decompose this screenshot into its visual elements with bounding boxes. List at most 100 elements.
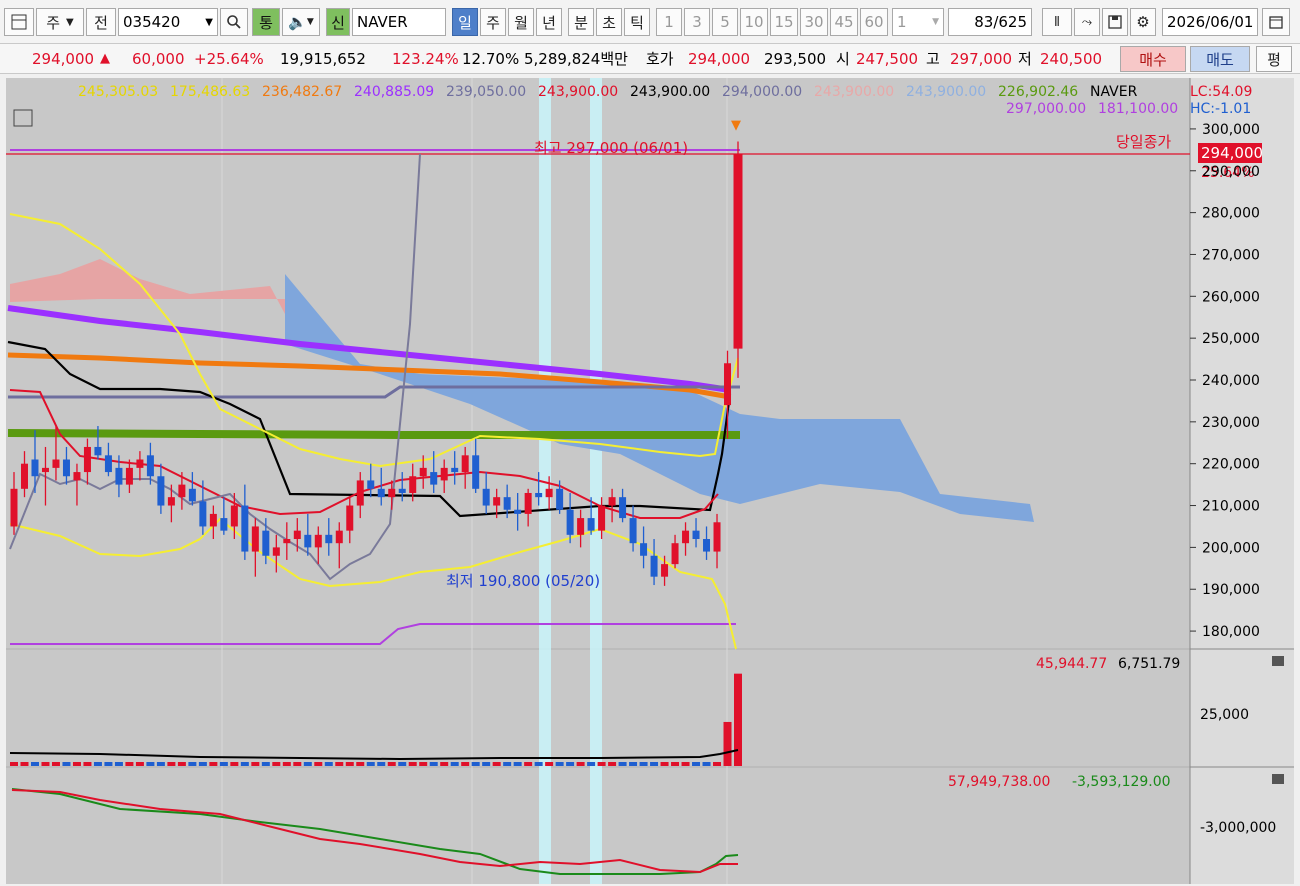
date-input[interactable]: 2026/06/01 [1162, 8, 1258, 36]
candle-body [356, 480, 364, 506]
search-button[interactable] [220, 8, 248, 36]
tab-day[interactable]: 일 [452, 8, 478, 36]
volume-bar [156, 762, 165, 766]
price-tick-label: 300,000 [1202, 122, 1260, 138]
candle-settings-icon[interactable]: ⫴ [1042, 8, 1072, 36]
interval-30[interactable]: 30 [800, 8, 828, 36]
candle-body [461, 455, 469, 473]
volume-bar [513, 762, 522, 766]
volume-bar [408, 762, 417, 766]
volume-bar [188, 762, 197, 766]
candle-body [367, 480, 375, 489]
interval-3[interactable]: 3 [684, 8, 710, 36]
volume-bar [429, 762, 438, 766]
tab-week[interactable]: 주 [480, 8, 506, 36]
stock-chart[interactable]: ▼ 최고 297,000 (06/01) 최저 190,800 (05/20) … [0, 74, 1300, 886]
volume-bar [440, 762, 449, 766]
save-icon[interactable] [1102, 8, 1128, 36]
calendar-icon[interactable] [1262, 8, 1290, 36]
date-value: 2026/06/01 [1167, 13, 1254, 31]
volume-bar [723, 721, 732, 766]
candle-body [209, 513, 217, 527]
volume-bar [524, 762, 533, 766]
candle-body [608, 497, 616, 506]
candle-body [619, 497, 627, 519]
interval-15[interactable]: 15 [770, 8, 798, 36]
shin-button[interactable]: 신 [326, 8, 350, 36]
legend-value: 294,000.00 [722, 84, 802, 100]
stock-code-value: 035420 [123, 13, 181, 31]
obv-legend-green: -3,593,129.00 [1072, 774, 1171, 790]
quote-bar: 294,000 ▲ 60,000 +25.64% 19,915,652 123.… [0, 44, 1300, 74]
volume-bar [608, 762, 617, 766]
candle-body [398, 488, 406, 493]
price-tick-label: 250,000 [1202, 331, 1260, 347]
interval-10[interactable]: 10 [740, 8, 768, 36]
chevron-down-icon: ▼ [205, 16, 213, 28]
candle-body [535, 492, 543, 498]
interval-45[interactable]: 45 [830, 8, 858, 36]
candle-body [566, 509, 574, 535]
tab-second[interactable]: 초 [596, 8, 622, 36]
volume-bar [240, 762, 249, 766]
interval-input[interactable]: 1 ▼ [892, 8, 944, 36]
interval-value: 1 [897, 13, 907, 31]
candle-body [304, 534, 312, 548]
candle-body [346, 505, 354, 531]
hoga-ask: 294,000 [688, 50, 751, 68]
candle-body [493, 497, 501, 506]
candle-body [703, 539, 711, 552]
interval-1[interactable]: 1 [656, 8, 682, 36]
candle-body [661, 564, 669, 577]
candle-body [157, 476, 165, 506]
price-tick-label: 280,000 [1202, 206, 1260, 222]
candle-body [262, 530, 270, 556]
legend-value: 175,486.63 [170, 84, 250, 100]
candle-body [41, 467, 49, 473]
legend-value: 243,900.00 [814, 84, 894, 100]
legend-value: 240,885.09 [354, 84, 434, 100]
candle-body [587, 518, 595, 531]
obv-legend-red: 57,949,738.00 [948, 774, 1050, 790]
line-tool-icon[interactable]: ⤳ [1074, 8, 1100, 36]
toolbar: 주 ▼ 전 035420 ▼ 통 🔈 ▼ 신 NAVER 일 주 월 년 분 초 … [0, 0, 1300, 44]
period-type-dropdown[interactable]: 주 ▼ [36, 8, 84, 36]
volume-bar [104, 762, 113, 766]
tab-tick[interactable]: 틱 [624, 8, 650, 36]
tab-month[interactable]: 월 [508, 8, 534, 36]
volume-bar [545, 762, 554, 766]
interval-60[interactable]: 60 [860, 8, 888, 36]
candle-body [388, 488, 396, 498]
volume-bar [251, 762, 260, 766]
speaker-dropdown[interactable]: 🔈 ▼ [282, 8, 320, 36]
tong-button[interactable]: 통 [252, 8, 280, 36]
candle-body [136, 459, 144, 468]
eval-button[interactable]: 평 [1256, 46, 1292, 72]
volume-bar [198, 762, 207, 766]
tab-minute[interactable]: 분 [568, 8, 594, 36]
obv-tick: -3,000,000 [1200, 820, 1276, 836]
legend-value: 236,482.67 [262, 84, 342, 100]
tab-year[interactable]: 년 [536, 8, 562, 36]
stock-name-field[interactable]: NAVER [352, 8, 446, 36]
interval-5[interactable]: 5 [712, 8, 738, 36]
price-tick-label: 230,000 [1202, 415, 1260, 431]
buy-button[interactable]: 매수 [1120, 46, 1186, 72]
legend-value: 297,000.00 [1006, 101, 1086, 117]
turnover-rate: 12.70% [462, 50, 520, 68]
candle-body [482, 488, 490, 506]
volume-bar [177, 762, 186, 766]
obv-panel-close-icon[interactable] [1272, 774, 1284, 784]
volume-panel-close-icon[interactable] [1272, 656, 1284, 666]
gear-icon[interactable]: ⚙ [1130, 8, 1156, 36]
prev-button[interactable]: 전 [86, 8, 116, 36]
chart-type-icon[interactable] [4, 8, 34, 36]
high-label: 고 [926, 50, 940, 68]
candle-body [556, 488, 564, 510]
up-triangle-icon: ▲ [100, 51, 110, 66]
stock-code-input[interactable]: 035420 ▼ [118, 8, 218, 36]
candle-body [671, 543, 679, 565]
page-count-field[interactable]: 83/625 [948, 8, 1032, 36]
hoga-bid: 293,500 [764, 50, 827, 68]
sell-button[interactable]: 매도 [1190, 46, 1250, 72]
